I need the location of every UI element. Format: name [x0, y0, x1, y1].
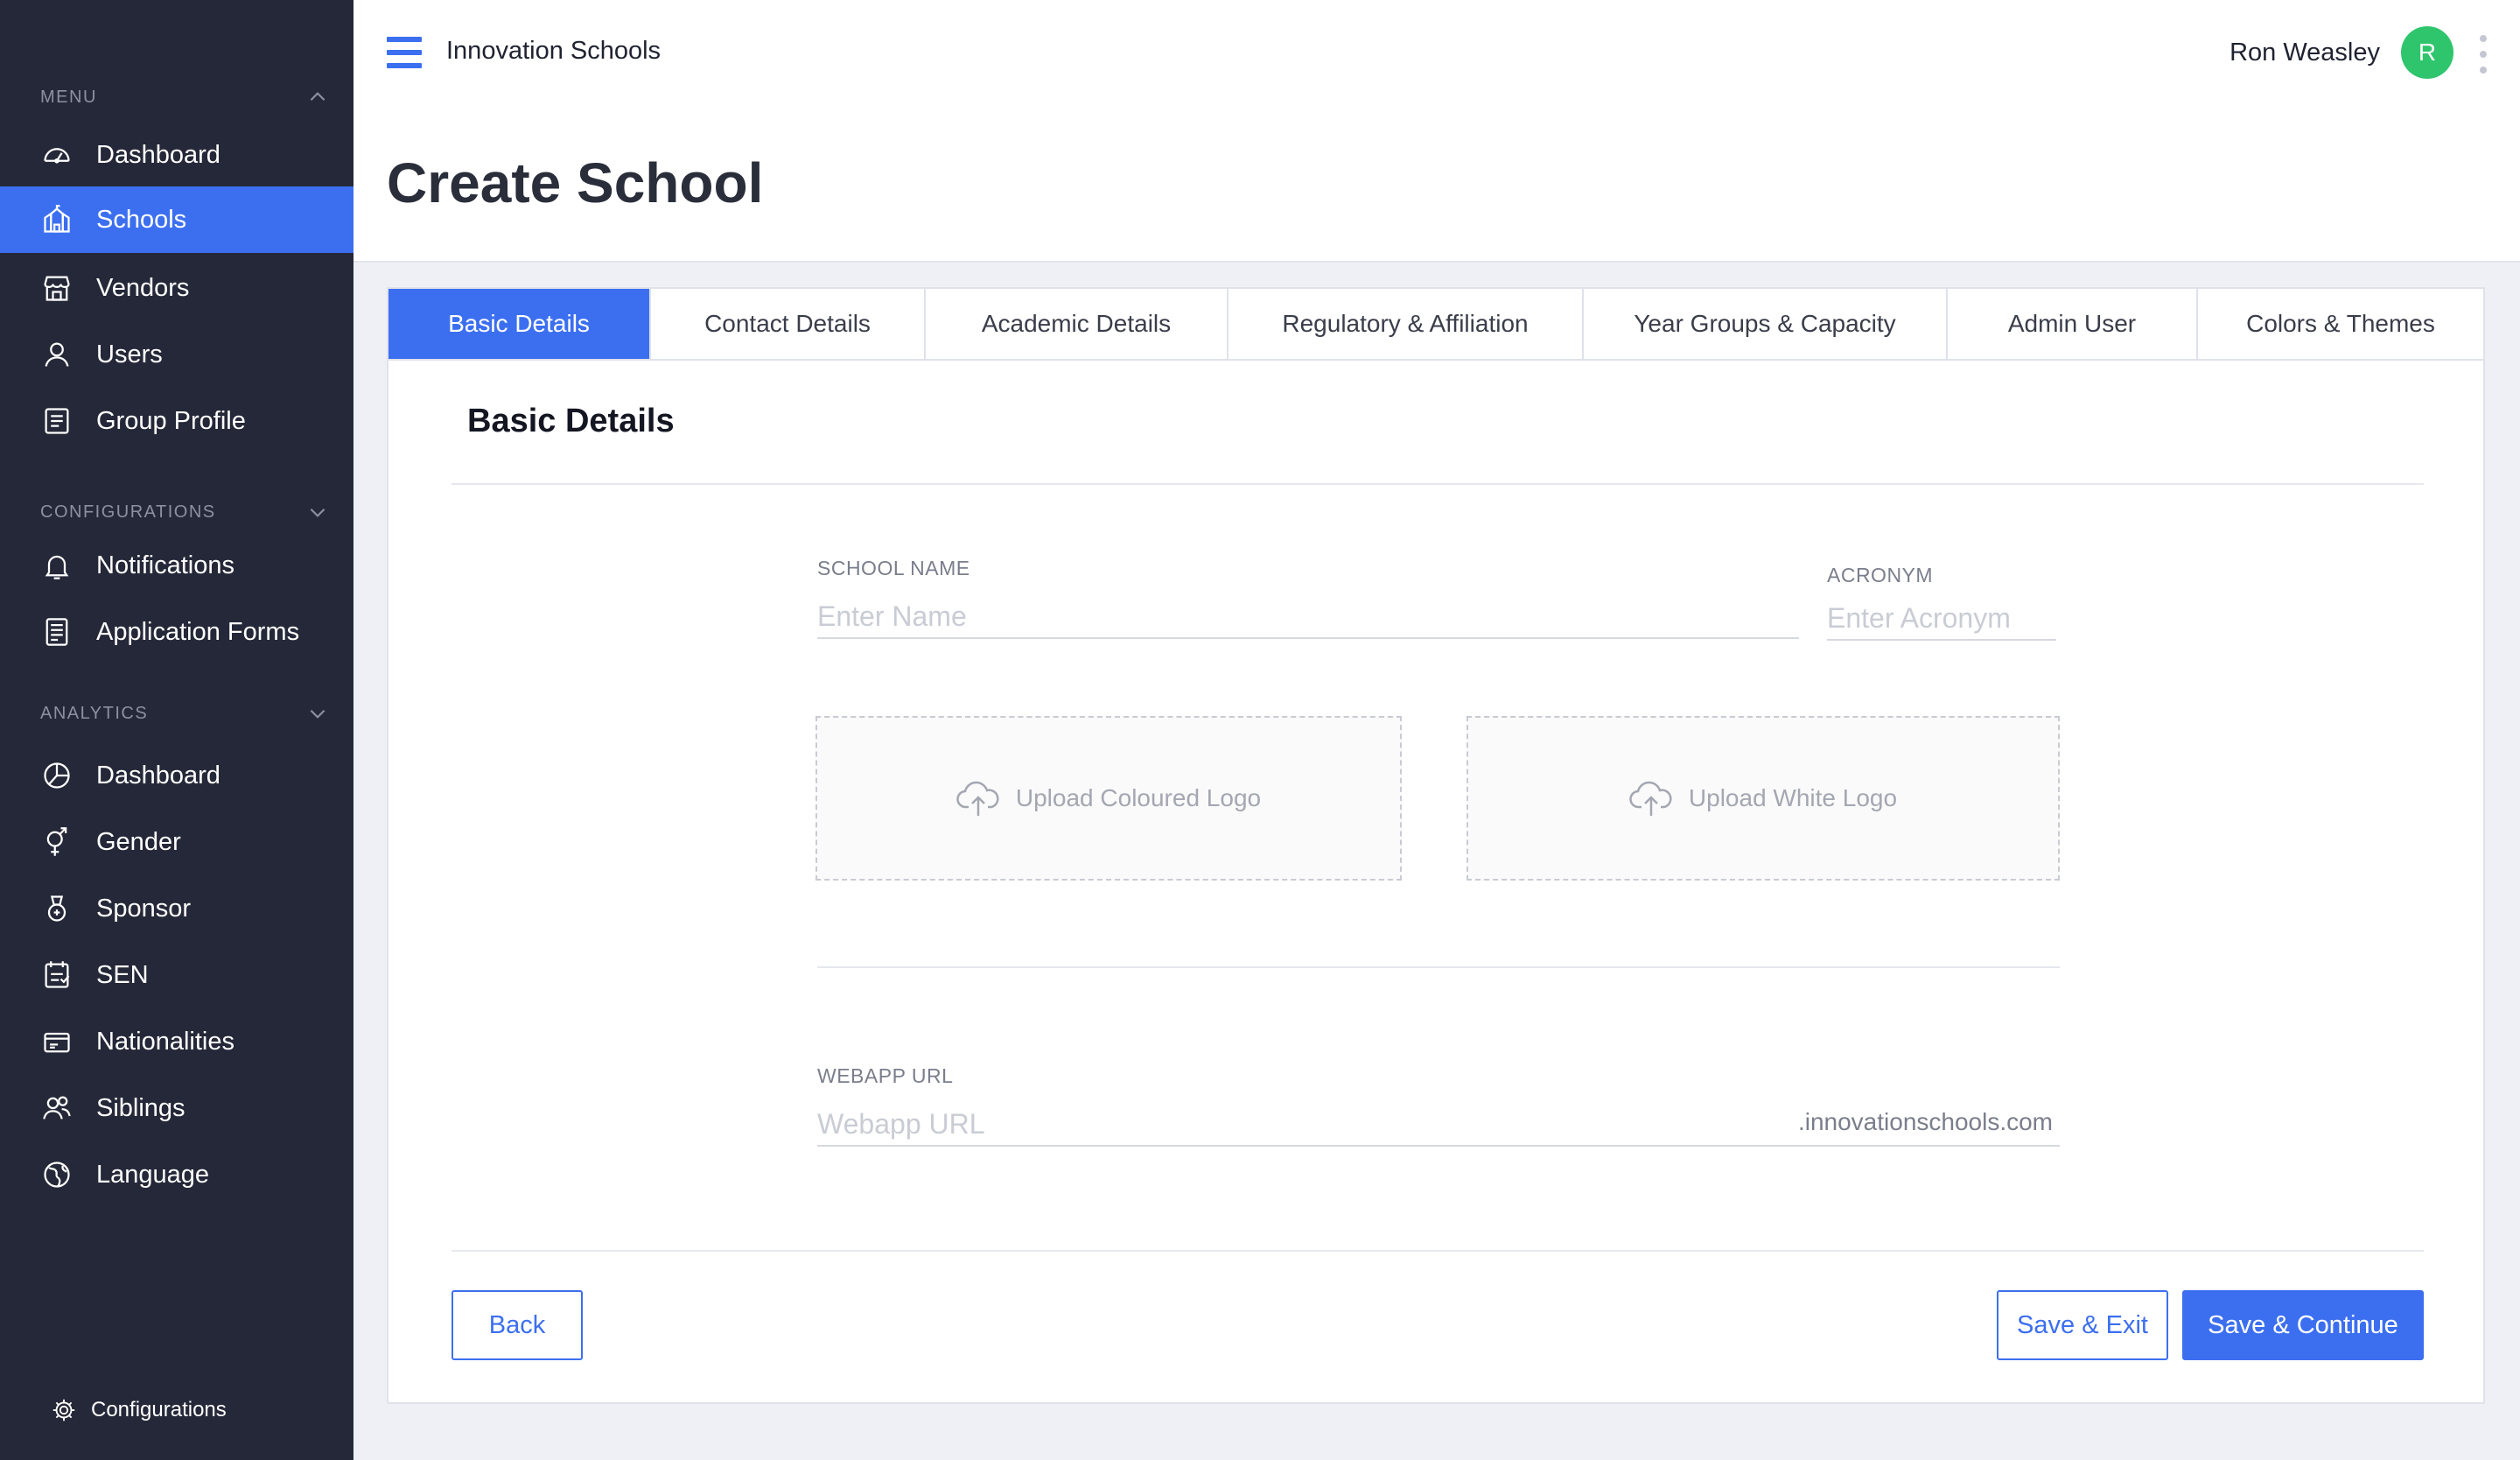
- tab-admin-user[interactable]: Admin User: [1948, 289, 2198, 359]
- sidebar-item-language[interactable]: Language: [0, 1141, 354, 1208]
- sidebar-item-analytics-dashboard[interactable]: Dashboard: [0, 742, 354, 809]
- sidebar-footer-label: Configurations: [91, 1398, 227, 1421]
- sidebar-item-sponsor[interactable]: Sponsor: [0, 875, 354, 942]
- tab-bar: Basic Details Contact Details Academic D…: [388, 289, 2483, 361]
- webapp-url-label: WEBAPP URL: [817, 1064, 954, 1087]
- back-button[interactable]: Back: [452, 1290, 583, 1360]
- sidebar-item-vendors[interactable]: Vendors: [0, 255, 354, 321]
- sidebar-item-label: Gender: [96, 827, 181, 856]
- sidebar-item-label: Siblings: [96, 1093, 186, 1122]
- store-icon: [40, 271, 74, 305]
- dashboard-icon: [40, 138, 74, 172]
- sidebar-item-label: Sponsor: [96, 894, 192, 923]
- section-divider: [452, 483, 2424, 485]
- top-header: Innovation Schools Create School Ron Wea…: [354, 0, 2520, 263]
- cloud-upload-icon: [1629, 781, 1672, 816]
- globe-icon: [40, 1158, 74, 1191]
- sidebar-item-label: SEN: [96, 960, 149, 989]
- configurations-heading: CONFIGURATIONS: [40, 502, 216, 522]
- sidebar-item-schools[interactable]: Schools: [0, 186, 354, 253]
- upload-white-logo-dropzone[interactable]: Upload White Logo: [1466, 716, 2060, 881]
- sidebar-item-label: Application Forms: [96, 617, 300, 646]
- sidebar-item-group-profile[interactable]: Group Profile: [0, 388, 354, 454]
- user-icon: [40, 338, 74, 371]
- upload-coloured-logo-dropzone[interactable]: Upload Coloured Logo: [816, 716, 1402, 881]
- sidebar-item-gender[interactable]: Gender: [0, 809, 354, 875]
- passport-icon: [40, 1025, 74, 1058]
- school-name-label: SCHOOL NAME: [817, 557, 970, 579]
- bell-icon: [40, 549, 74, 582]
- menu-section-header[interactable]: MENU: [40, 84, 329, 110]
- page-title: Create School: [387, 151, 764, 214]
- upload-white-logo-label: Upload White Logo: [1688, 784, 1898, 811]
- tab-year-groups-capacity[interactable]: Year Groups & Capacity: [1584, 289, 1948, 359]
- gender-icon: [40, 825, 74, 859]
- siblings-icon: [40, 1091, 74, 1125]
- webapp-url-suffix: .innovationschools.com: [1797, 1108, 2053, 1135]
- sidebar-item-label: Dashboard: [96, 140, 220, 169]
- chevron-down-icon: [310, 709, 326, 719]
- profile-icon: [40, 404, 74, 438]
- sidebar-item-label: Language: [96, 1160, 210, 1189]
- analytics-section-header[interactable]: ANALYTICS: [40, 700, 329, 726]
- user-name[interactable]: Ron Weasley: [2230, 39, 2380, 67]
- acronym-input[interactable]: [1827, 597, 2056, 641]
- sidebar-item-dashboard[interactable]: Dashboard: [0, 122, 354, 188]
- tab-basic-details[interactable]: Basic Details: [388, 289, 651, 359]
- upload-divider: [817, 966, 2060, 968]
- sidebar-item-label: Dashboard: [96, 761, 220, 790]
- footer-divider: [452, 1250, 2424, 1252]
- save-exit-button[interactable]: Save & Exit: [1997, 1290, 2168, 1360]
- cloud-upload-icon: [956, 781, 999, 816]
- gear-icon: [52, 1399, 75, 1421]
- sidebar-item-label: Vendors: [96, 273, 190, 302]
- sidebar-item-label: Users: [96, 340, 163, 369]
- sidebar-item-application-forms[interactable]: Application Forms: [0, 599, 354, 665]
- chevron-down-icon: [310, 508, 326, 517]
- tab-academic-details[interactable]: Academic Details: [926, 289, 1228, 359]
- form-icon: [40, 615, 74, 649]
- tab-colors-themes[interactable]: Colors & Themes: [2198, 289, 2483, 359]
- menu-heading: MENU: [40, 87, 97, 107]
- organization-name: Innovation Schools: [446, 37, 662, 65]
- sidebar-item-nationalities[interactable]: Nationalities: [0, 1008, 354, 1075]
- sidebar-configurations-link[interactable]: Configurations: [51, 1397, 227, 1423]
- sidebar: MENU Dashboard Schools Vendors Users Gro…: [0, 0, 354, 1460]
- sidebar-item-sen[interactable]: SEN: [0, 942, 354, 1008]
- sponsor-icon: [40, 892, 74, 925]
- sidebar-item-label: Schools: [96, 205, 187, 234]
- acronym-label: ACRONYM: [1827, 564, 1934, 586]
- sidebar-item-label: Nationalities: [96, 1027, 234, 1056]
- sidebar-item-label: Notifications: [96, 551, 234, 579]
- hamburger-menu-icon[interactable]: [387, 37, 422, 68]
- more-options-icon[interactable]: [2478, 35, 2488, 74]
- sidebar-item-siblings[interactable]: Siblings: [0, 1075, 354, 1141]
- pie-chart-icon: [40, 759, 74, 792]
- save-continue-button[interactable]: Save & Continue: [2182, 1290, 2424, 1360]
- school-name-input[interactable]: [817, 595, 1799, 639]
- sen-icon: [40, 958, 74, 992]
- sidebar-item-users[interactable]: Users: [0, 321, 354, 388]
- tab-regulatory-affiliation[interactable]: Regulatory & Affiliation: [1228, 289, 1584, 359]
- sidebar-item-label: Group Profile: [96, 406, 246, 435]
- upload-coloured-logo-label: Upload Coloured Logo: [1015, 784, 1262, 811]
- sidebar-item-notifications[interactable]: Notifications: [0, 532, 354, 599]
- analytics-heading: ANALYTICS: [40, 703, 149, 723]
- school-icon: [40, 203, 74, 236]
- section-title: Basic Details: [467, 403, 675, 439]
- configurations-section-header[interactable]: CONFIGURATIONS: [40, 499, 329, 525]
- create-school-card: Basic Details Contact Details Academic D…: [387, 287, 2485, 1404]
- avatar[interactable]: R: [2401, 26, 2454, 79]
- chevron-up-icon: [310, 92, 326, 102]
- tab-contact-details[interactable]: Contact Details: [651, 289, 926, 359]
